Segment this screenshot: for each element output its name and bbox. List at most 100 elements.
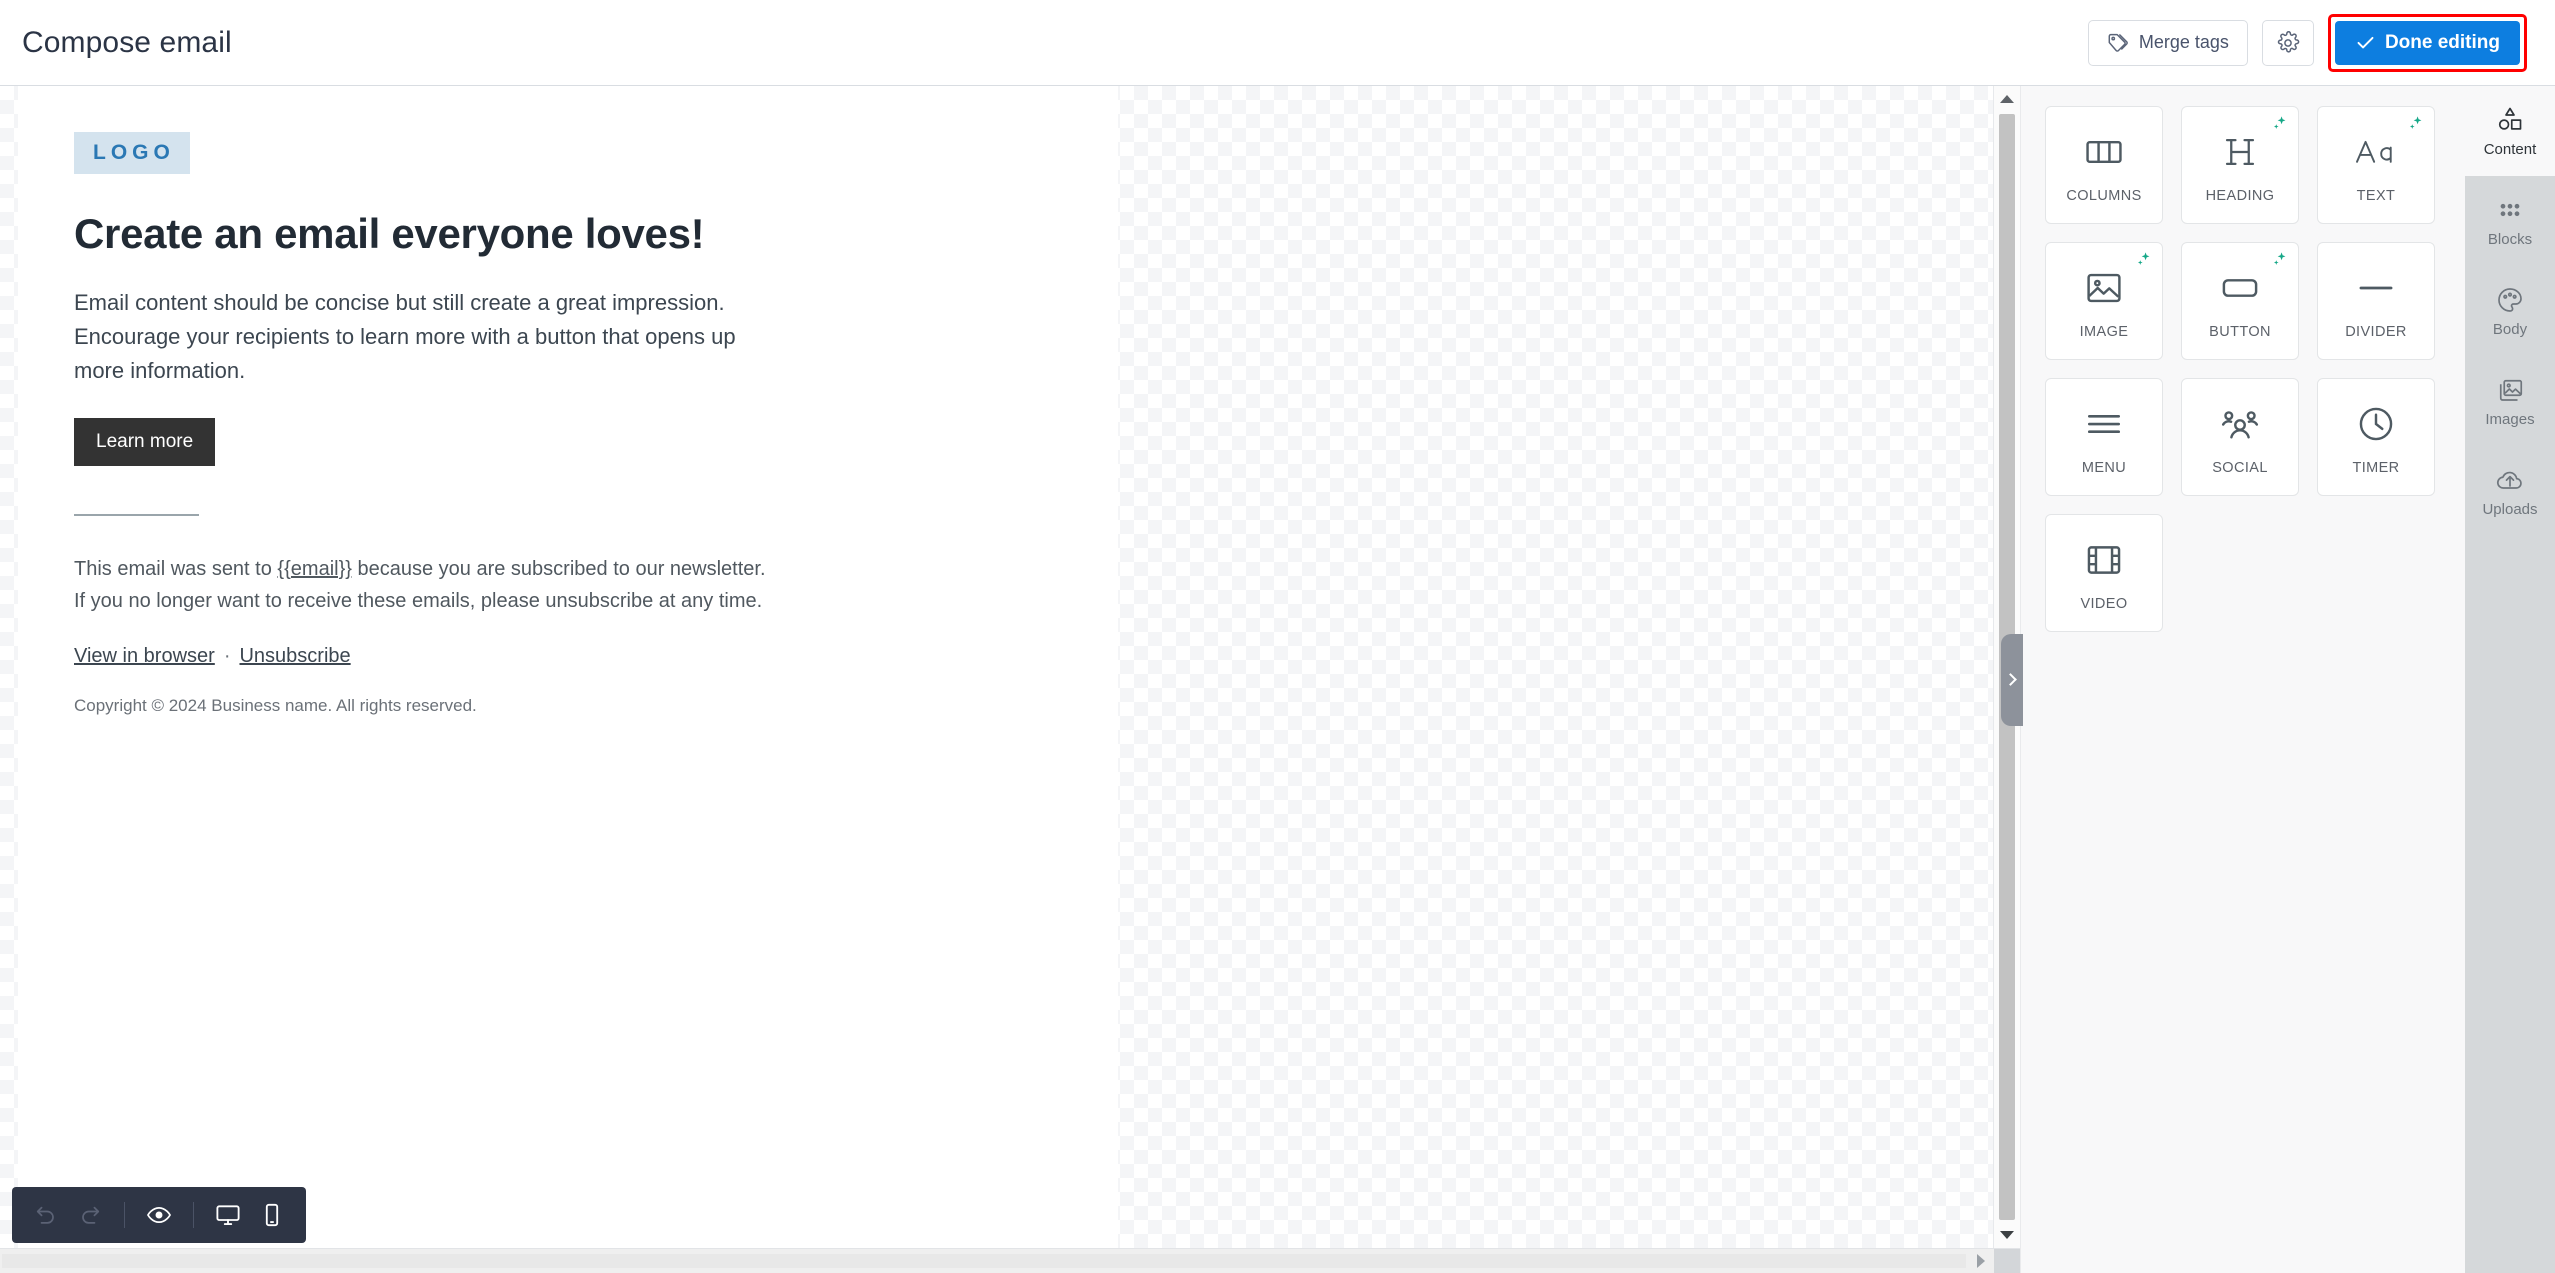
app-header: Compose email Merge tags Done editing — [0, 0, 2555, 86]
page-title: Compose email — [22, 25, 232, 59]
block-tile-divider[interactable]: DIVIDER — [2317, 242, 2435, 360]
desktop-icon — [215, 1202, 241, 1228]
shapes-icon — [2495, 105, 2525, 135]
block-tile-heading[interactable]: HEADING — [2181, 106, 2299, 224]
email-builder-app: Compose email Merge tags Done editing LO… — [0, 0, 2555, 1273]
menu-icon — [2083, 398, 2125, 450]
scrollbar-corner — [1994, 1249, 2020, 1273]
undo-button[interactable] — [26, 1195, 66, 1235]
scroll-down-button[interactable] — [1994, 1222, 2020, 1248]
text-block[interactable]: Email content should be concise but stil… — [74, 286, 764, 388]
images-icon — [2495, 375, 2525, 405]
nav-item-label: Content — [2483, 140, 2537, 158]
merge-tags-label: Merge tags — [2138, 32, 2229, 52]
done-editing-highlight: Done editing — [2327, 13, 2527, 72]
footer-text-before: This email was sent to — [74, 558, 278, 581]
h-scrollbar-thumb[interactable] — [2, 1254, 1966, 1268]
ai-sparkle-icon — [2272, 115, 2289, 132]
ai-sparkle-icon — [2272, 251, 2289, 268]
scroll-up-button[interactable] — [1994, 86, 2020, 112]
block-tile-label: BUTTON — [2209, 324, 2271, 340]
redo-button[interactable] — [70, 1195, 110, 1235]
nav-item-label: Body — [2492, 320, 2528, 338]
settings-button[interactable] — [2261, 19, 2314, 66]
image-icon — [2083, 262, 2125, 314]
email-merge-tag[interactable]: {{email}} — [277, 558, 352, 580]
block-tile-social[interactable]: SOCIAL — [2181, 378, 2299, 496]
block-tile-menu[interactable]: MENU — [2045, 378, 2163, 496]
block-tile-label: HEADING — [2205, 188, 2275, 204]
merge-tags-button[interactable]: Merge tags — [2087, 19, 2248, 66]
nav-item-label: Images — [2485, 410, 2535, 428]
ai-sparkle-icon — [2136, 251, 2153, 268]
logo-block[interactable]: LOGO — [74, 132, 190, 174]
canvas-column: LOGO Create an email everyone loves! Ema… — [0, 86, 2020, 1273]
canvas-horizontal-scrollbar[interactable] — [0, 1248, 2020, 1273]
block-tile-text[interactable]: TEXT — [2317, 106, 2435, 224]
nav-item-label: Blocks — [2487, 230, 2533, 248]
block-tile-label: MENU — [2081, 460, 2127, 476]
scroll-right-button[interactable] — [1968, 1249, 1994, 1273]
nav-item-body[interactable]: Body — [2465, 266, 2555, 356]
block-tile-timer[interactable]: TIMER — [2317, 378, 2435, 496]
block-tile-video[interactable]: VIDEO — [2045, 514, 2163, 632]
footer-text-block[interactable]: This email was sent to {{email}} because… — [74, 554, 774, 617]
editor-bottom-toolbar — [12, 1187, 306, 1243]
mobile-preview-button[interactable] — [252, 1195, 292, 1235]
text-icon — [2353, 126, 2399, 178]
copyright-text: Copyright © 2024 Business name. All righ… — [74, 696, 477, 716]
divider-block[interactable] — [74, 514, 199, 517]
ai-sparkle-icon — [2408, 115, 2425, 132]
divider-icon — [2355, 262, 2397, 314]
preview-button[interactable] — [139, 1195, 179, 1235]
redo-icon — [78, 1203, 102, 1227]
email-content: LOGO Create an email everyone loves! Ema… — [18, 86, 1118, 756]
triangle-right-icon — [1977, 1254, 1985, 1268]
nav-item-blocks[interactable]: Blocks — [2465, 176, 2555, 266]
block-tile-label: SOCIAL — [2212, 460, 2268, 476]
social-icon — [2219, 398, 2261, 450]
right-nav-rail: Content Blocks Body Images Uploads — [2465, 86, 2555, 1273]
main-area: LOGO Create an email everyone loves! Ema… — [0, 86, 2555, 1273]
panel-collapse-handle[interactable] — [2001, 633, 2023, 726]
view-in-browser-link[interactable]: View in browser — [74, 645, 215, 667]
chevron-right-icon — [2004, 673, 2017, 686]
video-icon — [2083, 534, 2125, 586]
block-tile-grid: COLUMNS HEADING TEXT IMAGE BUTTON DIVIDE… — [2045, 106, 2435, 632]
learn-more-button[interactable]: Learn more — [74, 418, 216, 467]
done-editing-label: Done editing — [2384, 31, 2500, 53]
cloud-upload-icon — [2495, 465, 2525, 495]
heading-block[interactable]: Create an email everyone loves! — [74, 210, 1062, 258]
blocks-panel: COLUMNS HEADING TEXT IMAGE BUTTON DIVIDE… — [2001, 86, 2465, 1273]
link-separator: · — [223, 645, 231, 668]
nav-item-label: Uploads — [2482, 500, 2538, 518]
block-tile-columns[interactable]: COLUMNS — [2045, 106, 2163, 224]
gear-icon — [2276, 30, 2300, 55]
block-tile-label: DIVIDER — [2345, 324, 2407, 340]
tag-icon — [2107, 32, 2129, 54]
columns-icon — [2083, 126, 2125, 178]
check-icon — [2355, 32, 2376, 53]
nav-item-images[interactable]: Images — [2465, 356, 2555, 446]
timer-icon — [2355, 398, 2397, 450]
button-icon — [2219, 262, 2261, 314]
email-sheet: LOGO Create an email everyone loves! Ema… — [18, 86, 1118, 1248]
block-tile-label: TEXT — [2356, 188, 2396, 204]
palette-icon — [2495, 285, 2525, 315]
block-tile-label: COLUMNS — [2066, 188, 2142, 204]
header-actions: Merge tags Done editing — [2087, 13, 2527, 72]
nav-item-content[interactable]: Content — [2465, 86, 2555, 176]
triangle-up-icon — [2000, 95, 2014, 103]
block-tile-image[interactable]: IMAGE — [2045, 242, 2163, 360]
desktop-preview-button[interactable] — [208, 1195, 248, 1235]
mobile-icon — [259, 1202, 285, 1228]
block-tile-button[interactable]: BUTTON — [2181, 242, 2299, 360]
done-editing-button[interactable]: Done editing — [2334, 20, 2520, 65]
footer-links: View in browser · Unsubscribe — [74, 645, 1062, 668]
email-canvas[interactable]: LOGO Create an email everyone loves! Ema… — [0, 86, 1993, 1248]
nav-item-uploads[interactable]: Uploads — [2465, 446, 2555, 536]
toolbar-divider — [124, 1202, 125, 1228]
triangle-down-icon — [2000, 1231, 2014, 1239]
eye-icon — [146, 1202, 172, 1228]
unsubscribe-link[interactable]: Unsubscribe — [239, 645, 350, 667]
